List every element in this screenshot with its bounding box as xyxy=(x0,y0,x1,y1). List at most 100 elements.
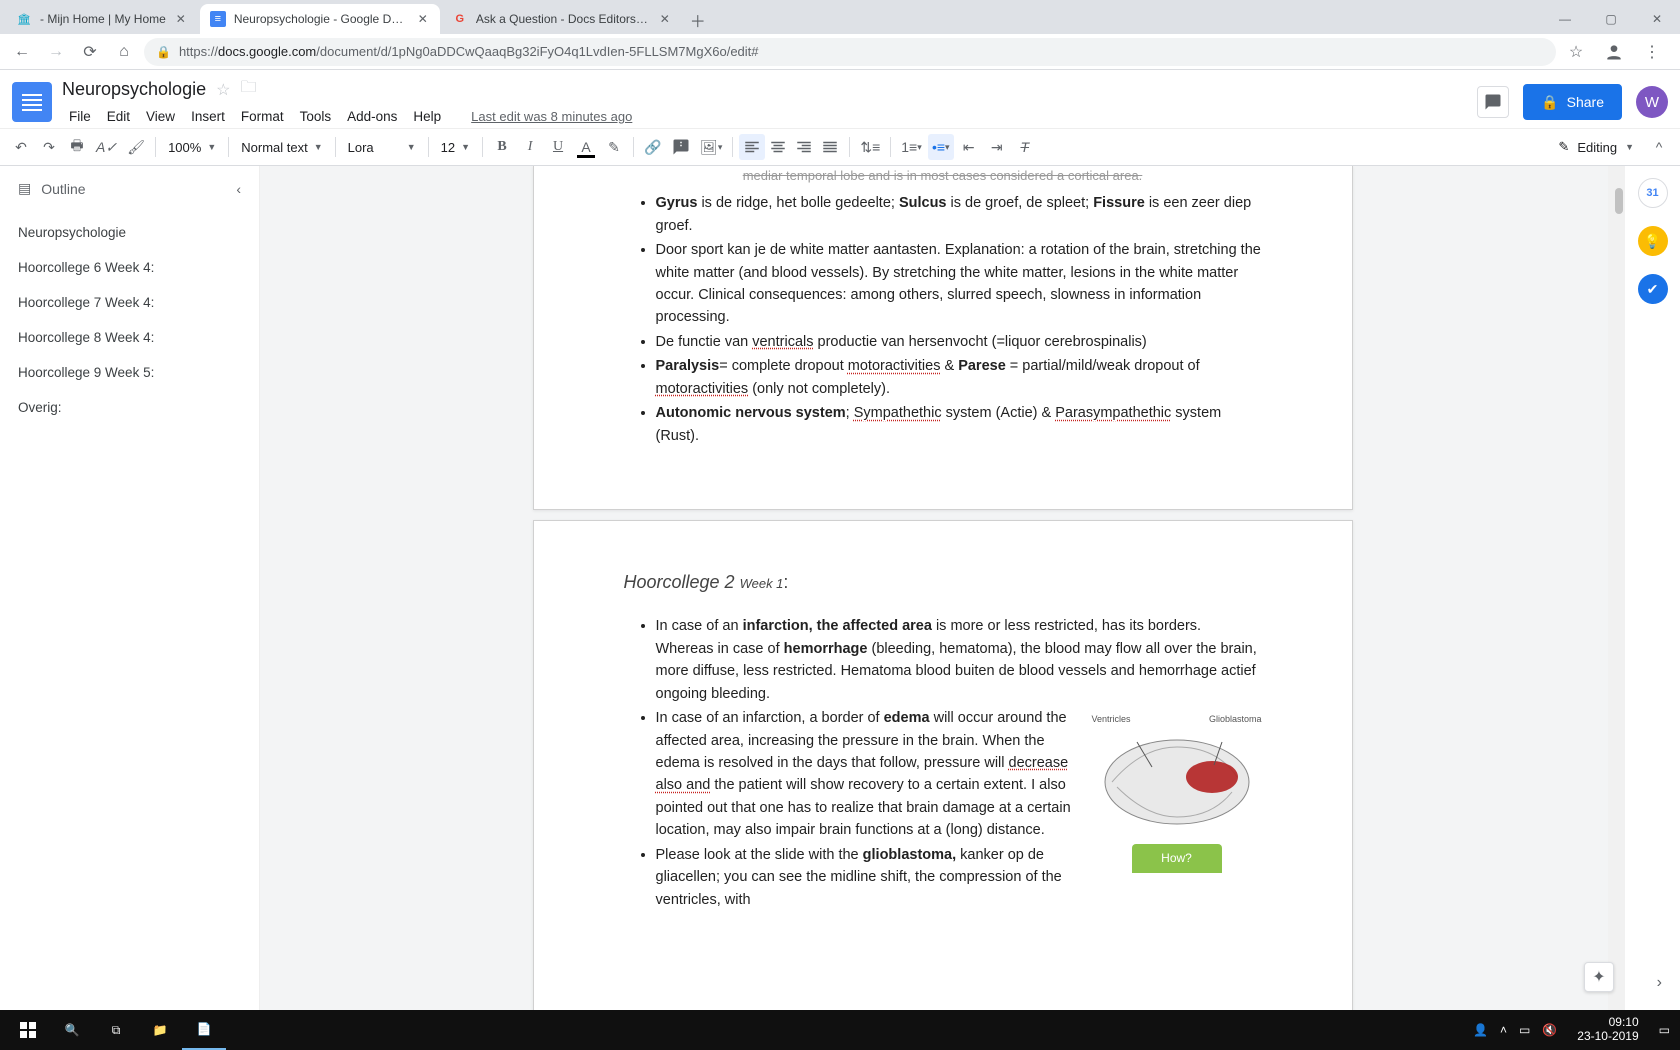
text-color-button[interactable]: A xyxy=(573,134,599,160)
search-button[interactable]: 🔍 xyxy=(50,1010,94,1050)
paragraph-style-select[interactable]: Normal text▼ xyxy=(235,140,328,155)
file-explorer-icon[interactable]: 📁 xyxy=(138,1010,182,1050)
tab-help[interactable]: G Ask a Question - Docs Editors He ✕ xyxy=(442,4,682,34)
separator xyxy=(732,137,733,157)
align-center-button[interactable] xyxy=(765,134,791,160)
window-minimize[interactable]: — xyxy=(1542,4,1588,34)
outline-item[interactable]: Hoorcollege 6 Week 4: xyxy=(0,250,259,285)
font-family-select[interactable]: Lora▼ xyxy=(342,140,422,155)
menu-format[interactable]: Format xyxy=(234,105,291,128)
paint-format-button[interactable]: 🖌 xyxy=(123,134,149,160)
favicon-docs: ≡ xyxy=(210,11,226,27)
numbered-list-button[interactable]: 1≡▾ xyxy=(897,134,926,160)
increase-indent-button[interactable]: ⇥ xyxy=(984,134,1010,160)
list-item: Gyrus is de ridge, het bolle gedeelte; S… xyxy=(656,192,1262,237)
close-tab-icon[interactable]: ✕ xyxy=(174,12,188,26)
document-title[interactable]: Neuropsychologie xyxy=(62,79,206,100)
start-button[interactable] xyxy=(6,1010,50,1050)
outline-item[interactable]: Hoorcollege 8 Week 4: xyxy=(0,320,259,355)
outline-item[interactable]: Hoorcollege 9 Week 5: xyxy=(0,355,259,390)
align-justify-button[interactable] xyxy=(817,134,843,160)
network-icon[interactable]: ▭ xyxy=(1519,1023,1530,1037)
home-button[interactable]: ⌂ xyxy=(110,38,138,66)
document-canvas[interactable]: mediar temporal lobe and is in most case… xyxy=(260,166,1625,1010)
browser-menu-icon[interactable]: ⋮ xyxy=(1638,38,1666,66)
separator xyxy=(890,137,891,157)
align-left-button[interactable] xyxy=(739,134,765,160)
keep-addon-icon[interactable]: 💡 xyxy=(1638,226,1668,256)
tasks-addon-icon[interactable]: ✔ xyxy=(1638,274,1668,304)
print-button[interactable]: 🖶 xyxy=(64,134,90,160)
menu-tools[interactable]: Tools xyxy=(293,105,339,128)
task-view-button[interactable]: ⧉ xyxy=(94,1010,138,1050)
outline-item[interactable]: Neuropsychologie xyxy=(0,215,259,250)
tab-myhome[interactable]: 🏛 - Mijn Home | My Home ✕ xyxy=(6,4,198,34)
notifications-icon[interactable]: ▭ xyxy=(1659,1023,1670,1037)
align-right-button[interactable] xyxy=(791,134,817,160)
share-button[interactable]: 🔒 Share xyxy=(1523,84,1622,120)
bookmark-star-icon[interactable]: ☆ xyxy=(1562,38,1590,66)
insert-comment-button[interactable] xyxy=(668,134,694,160)
underline-button[interactable]: U xyxy=(545,134,571,160)
show-side-panel-icon[interactable]: › xyxy=(1657,974,1662,992)
profile-icon[interactable] xyxy=(1600,38,1628,66)
close-tab-icon[interactable]: ✕ xyxy=(416,12,430,26)
system-tray[interactable]: 👤 ˄ ▭ 🔇 09:10 23-10-2019 ▭ xyxy=(1473,1016,1674,1044)
zoom-select[interactable]: 100%▼ xyxy=(162,140,222,155)
lock-icon: 🔒 xyxy=(1541,94,1558,111)
outline-item[interactable]: Overig: xyxy=(0,390,259,425)
italic-button[interactable]: I xyxy=(517,134,543,160)
window-maximize[interactable]: ▢ xyxy=(1588,4,1634,34)
address-bar[interactable]: 🔒 https://docs.google.com/document/d/1pN… xyxy=(144,38,1556,66)
clock[interactable]: 09:10 23-10-2019 xyxy=(1569,1016,1646,1044)
new-tab-button[interactable]: ＋ xyxy=(684,6,712,34)
heading: Hoorcollege 2 Week 1: xyxy=(624,569,1262,597)
tab-googledocs[interactable]: ≡ Neuropsychologie - Google Docs ✕ xyxy=(200,4,440,34)
decrease-indent-button[interactable]: ⇤ xyxy=(956,134,982,160)
bulleted-list-button[interactable]: •≡▾ xyxy=(928,134,954,160)
tray-chevron-icon[interactable]: ˄ xyxy=(1500,1023,1507,1037)
insert-image-button[interactable]: 🖼▾ xyxy=(696,134,726,160)
insert-link-button[interactable]: 🔗 xyxy=(640,134,666,160)
formatting-toolbar: ↶ ↷ 🖶 A✓ 🖌 100%▼ Normal text▼ Lora▼ 12▼ … xyxy=(0,128,1680,166)
highlight-color-button[interactable]: ✎ xyxy=(601,134,627,160)
bold-button[interactable]: B xyxy=(489,134,515,160)
back-button[interactable]: ← xyxy=(8,38,36,66)
menu-file[interactable]: File xyxy=(62,105,98,128)
menu-edit[interactable]: Edit xyxy=(100,105,137,128)
document-page[interactable]: Hoorcollege 2 Week 1: In case of an infa… xyxy=(533,520,1353,1010)
menu-help[interactable]: Help xyxy=(406,105,448,128)
people-icon[interactable]: 👤 xyxy=(1473,1023,1488,1037)
undo-button[interactable]: ↶ xyxy=(8,134,34,160)
app-icon[interactable]: 📄 xyxy=(182,1010,226,1050)
collapse-outline-icon[interactable]: ‹ xyxy=(236,181,241,197)
collapse-toolbar-button[interactable]: ^ xyxy=(1646,134,1672,160)
line-spacing-button[interactable]: ⇅≡ xyxy=(856,134,884,160)
menu-insert[interactable]: Insert xyxy=(184,105,232,128)
docs-logo-icon[interactable] xyxy=(12,82,52,122)
calendar-addon-icon[interactable]: 31 xyxy=(1638,178,1668,208)
redo-button[interactable]: ↷ xyxy=(36,134,62,160)
editing-mode-select[interactable]: ✎ Editing ▼ xyxy=(1558,139,1644,155)
spellcheck-button[interactable]: A✓ xyxy=(92,134,121,160)
close-tab-icon[interactable]: ✕ xyxy=(658,12,672,26)
outline-item[interactable]: Hoorcollege 7 Week 4: xyxy=(0,285,259,320)
menu-addons[interactable]: Add-ons xyxy=(340,105,404,128)
clear-formatting-button[interactable]: T xyxy=(1012,134,1038,160)
move-folder-icon[interactable]: 🗀 xyxy=(240,76,256,103)
scrollbar[interactable] xyxy=(1608,166,1625,1010)
font-size-select[interactable]: 12▼ xyxy=(435,140,476,155)
open-comments-button[interactable] xyxy=(1477,86,1509,118)
explore-button[interactable]: ✦ xyxy=(1584,962,1614,992)
window-close[interactable]: ✕ xyxy=(1634,4,1680,34)
volume-muted-icon[interactable]: 🔇 xyxy=(1542,1023,1557,1037)
menu-view[interactable]: View xyxy=(139,105,182,128)
document-page[interactable]: mediar temporal lobe and is in most case… xyxy=(533,166,1353,510)
star-icon[interactable]: ☆ xyxy=(216,80,230,100)
tab-title: Ask a Question - Docs Editors He xyxy=(476,12,650,26)
last-edit-link[interactable]: Last edit was 8 minutes ago xyxy=(464,105,639,128)
forward-button[interactable]: → xyxy=(42,38,70,66)
scrollbar-thumb[interactable] xyxy=(1615,188,1623,214)
reload-button[interactable]: ⟳ xyxy=(76,38,104,66)
account-avatar[interactable]: W xyxy=(1636,86,1668,118)
